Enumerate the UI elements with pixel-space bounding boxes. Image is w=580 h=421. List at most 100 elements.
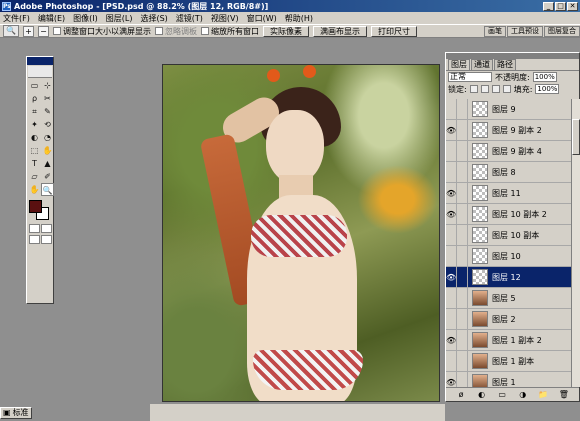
adjustment-layer-icon[interactable]: ◑: [517, 390, 528, 400]
link-brush-icon[interactable]: [457, 245, 468, 267]
minimized-doc-tab[interactable]: ▣ 标准: [0, 406, 32, 419]
notes-tool-icon[interactable]: ✐: [41, 170, 54, 183]
zoom-all-windows-checkbox[interactable]: 缩放所有窗口: [201, 26, 259, 37]
type-tool-icon[interactable]: T: [28, 157, 41, 170]
jump-to-imageready-button[interactable]: [41, 235, 52, 244]
lasso-tool-icon[interactable]: ρ: [28, 92, 41, 105]
link-brush-icon[interactable]: [457, 203, 468, 225]
new-layer-icon[interactable]: 📁: [538, 390, 549, 400]
quick-mask-button[interactable]: [41, 224, 52, 233]
visibility-eye-icon[interactable]: [446, 99, 457, 120]
link-brush-icon[interactable]: [457, 329, 468, 351]
print-size-button[interactable]: 打印尺寸: [371, 25, 417, 37]
toolbox-titlebar[interactable]: [27, 57, 53, 65]
visibility-eye-icon[interactable]: [446, 161, 457, 183]
menu-select[interactable]: 选择(S): [140, 13, 167, 24]
minimize-button[interactable]: _: [543, 1, 554, 11]
checkbox-box[interactable]: [155, 27, 163, 35]
layer-row[interactable]: 👁 图层 10 副本 2: [446, 203, 571, 225]
menu-layer[interactable]: 图层(L): [106, 13, 133, 24]
actual-pixels-button[interactable]: 实际像素: [263, 25, 309, 37]
checkbox-box[interactable]: [53, 27, 61, 35]
layer-style-icon[interactable]: ø: [456, 390, 467, 400]
layer-row[interactable]: 图层 10 副本: [446, 224, 571, 246]
tab-layers[interactable]: 图层: [448, 59, 470, 70]
layer-row[interactable]: 图层 5: [446, 287, 571, 309]
hand-tool-icon[interactable]: ✋: [28, 183, 41, 196]
opacity-input[interactable]: 100%: [532, 72, 557, 82]
layer-row[interactable]: 图层 9: [446, 99, 571, 120]
maximize-button[interactable]: □: [555, 1, 566, 11]
slice-tool-icon[interactable]: ✎: [41, 105, 54, 118]
magnifier-icon[interactable]: 🔍: [3, 25, 19, 37]
menu-filter[interactable]: 滤镜(T): [176, 13, 203, 24]
link-brush-icon[interactable]: [457, 140, 468, 162]
layer-row[interactable]: 👁 图层 1 副本 2: [446, 329, 571, 351]
adobe-logo[interactable]: [28, 66, 52, 78]
visibility-eye-icon[interactable]: 👁: [446, 371, 457, 387]
layer-row[interactable]: 图层 2: [446, 308, 571, 330]
visibility-eye-icon[interactable]: 👁: [446, 182, 457, 204]
link-brush-icon[interactable]: [457, 182, 468, 204]
checkbox-box[interactable]: [201, 27, 209, 35]
lock-position-icon[interactable]: [491, 85, 500, 93]
resize-window-checkbox[interactable]: 调整窗口大小以满屏显示: [53, 26, 151, 37]
menu-edit[interactable]: 编辑(E): [38, 13, 65, 24]
screen-mode-button[interactable]: [29, 235, 40, 244]
history-brush-icon[interactable]: ◔: [41, 131, 54, 144]
standard-mode-button[interactable]: [29, 224, 40, 233]
crop-tool-icon[interactable]: ⌗: [28, 105, 41, 118]
marquee-tool-icon[interactable]: ▭: [28, 79, 41, 92]
visibility-eye-icon[interactable]: 👁: [446, 266, 457, 288]
zoom-out-button[interactable]: −: [38, 25, 49, 37]
visibility-eye-icon[interactable]: [446, 224, 457, 246]
visibility-eye-icon[interactable]: [446, 308, 457, 330]
visibility-eye-icon[interactable]: 👁: [446, 119, 457, 141]
link-brush-icon[interactable]: [457, 224, 468, 246]
tab-brushes[interactable]: 画笔: [484, 25, 506, 37]
ignore-palettes-checkbox[interactable]: 忽略调板: [155, 26, 197, 37]
foreground-color-swatch[interactable]: [29, 200, 42, 213]
path-selection-icon[interactable]: ▲: [41, 157, 54, 170]
move-tool-icon[interactable]: ⊹: [41, 79, 54, 92]
fill-input[interactable]: 100%: [535, 84, 560, 94]
close-button[interactable]: ✕: [567, 1, 578, 11]
visibility-eye-icon[interactable]: [446, 140, 457, 162]
menu-help[interactable]: 帮助(H): [285, 13, 313, 24]
tab-tool-presets[interactable]: 工具预设: [507, 25, 543, 37]
visibility-eye-icon[interactable]: [446, 287, 457, 309]
visibility-eye-icon[interactable]: 👁: [446, 329, 457, 351]
lock-all-icon[interactable]: [502, 85, 511, 93]
tab-channels[interactable]: 通道: [471, 59, 493, 70]
clone-stamp-icon[interactable]: ◐: [28, 131, 41, 144]
layer-row[interactable]: 👁 图层 9 副本 2: [446, 119, 571, 141]
menu-image[interactable]: 图像(I): [73, 13, 98, 24]
fit-screen-button[interactable]: 满画布显示: [313, 25, 367, 37]
layer-row[interactable]: 图层 10: [446, 245, 571, 267]
visibility-eye-icon[interactable]: 👁: [446, 203, 457, 225]
healing-brush-icon[interactable]: ✦: [28, 118, 41, 131]
link-brush-icon[interactable]: [457, 371, 468, 387]
layer-row[interactable]: 图层 9 副本 4: [446, 140, 571, 162]
layers-scrollbar[interactable]: [571, 99, 580, 387]
lock-image-icon[interactable]: [480, 85, 489, 93]
menu-file[interactable]: 文件(F): [3, 13, 30, 24]
layer-mask-icon[interactable]: ◐: [476, 390, 487, 400]
eraser-tool-icon[interactable]: ⬚: [28, 144, 41, 157]
new-set-icon[interactable]: ▭: [497, 390, 508, 400]
tab-layer-comps[interactable]: 图层复合: [544, 25, 580, 37]
layer-row[interactable]: 👁 图层 12: [446, 266, 571, 288]
scrollbar-thumb[interactable]: [572, 119, 580, 155]
magic-wand-icon[interactable]: ✂: [41, 92, 54, 105]
link-brush-icon[interactable]: [457, 350, 468, 372]
link-brush-icon[interactable]: [457, 308, 468, 330]
zoom-in-button[interactable]: +: [23, 25, 34, 37]
lock-transparency-icon[interactable]: [469, 85, 478, 93]
brush-tool-icon[interactable]: ⟲: [41, 118, 54, 131]
gradient-tool-icon[interactable]: ✋: [41, 144, 54, 157]
document-canvas[interactable]: [162, 64, 440, 402]
layer-row[interactable]: 👁 图层 1: [446, 371, 571, 387]
zoom-tool-icon[interactable]: 🔍: [41, 183, 54, 196]
blend-mode-select[interactable]: 正常: [448, 72, 492, 82]
trash-icon[interactable]: 🗑: [558, 390, 569, 400]
